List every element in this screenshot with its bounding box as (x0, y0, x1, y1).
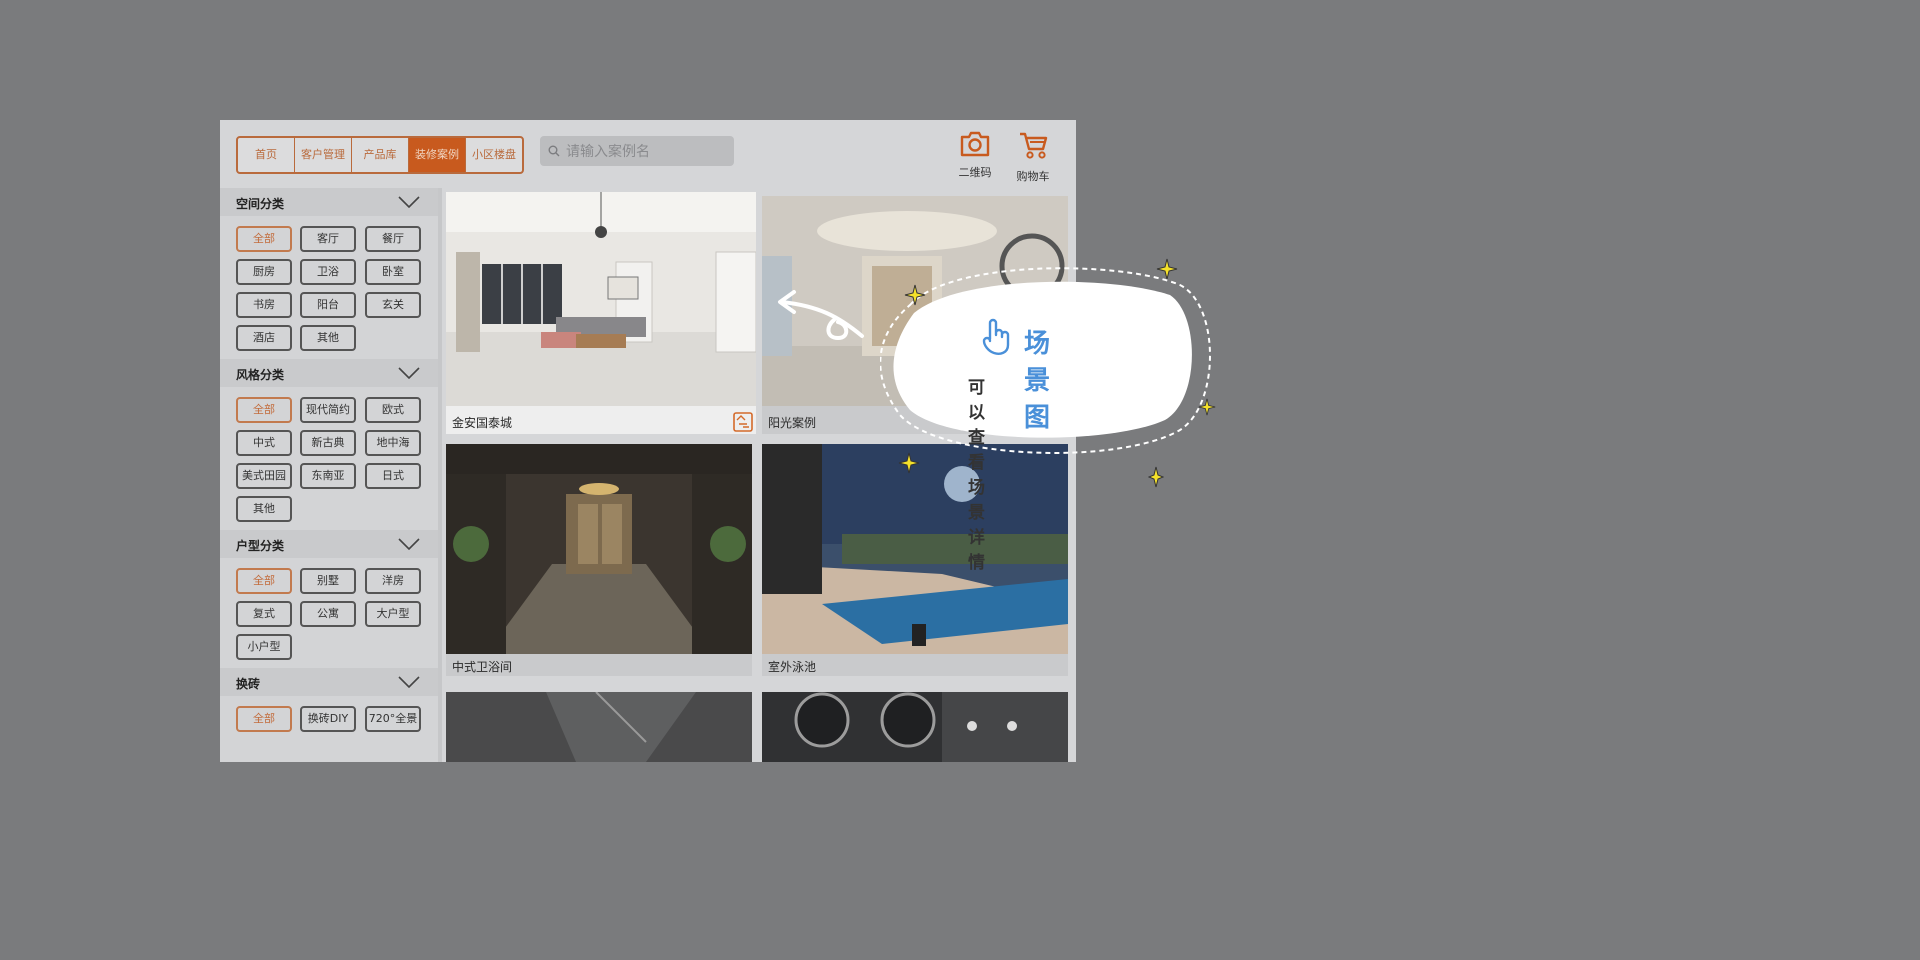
filter-sidebar: 空间分类 全部 客厅 餐厅 厨房 卫浴 卧室 书房 阳台 玄关 酒店 其他 风格… (220, 188, 442, 762)
case-name: 阳光案例 (768, 416, 817, 430)
nav-communities[interactable]: 小区楼盘 (466, 138, 522, 172)
qrcode-button[interactable]: 二维码 (950, 130, 1000, 180)
case-thumbnail (446, 192, 756, 406)
chevron-down-icon (398, 676, 420, 688)
sparkle-icon (1148, 466, 1164, 488)
case-card[interactable]: 室外泳池 (762, 444, 1068, 676)
nav-customers[interactable]: 客户管理 (295, 138, 352, 172)
tag-style-chinese[interactable]: 中式 (236, 430, 292, 456)
top-nav: 首页 客户管理 产品库 装修案例 小区楼盘 (236, 136, 524, 174)
cart-label: 购物车 (1016, 170, 1050, 183)
cart-icon (1020, 132, 1048, 159)
tag-style-all[interactable]: 全部 (236, 397, 292, 423)
section-title: 换砖 (236, 677, 261, 691)
tag-style-neoclassic[interactable]: 新古典 (300, 430, 356, 456)
tag-style-american[interactable]: 美式田园 (236, 463, 292, 489)
tag-layout-house[interactable]: 洋房 (365, 568, 421, 594)
search-icon (548, 145, 560, 157)
tag-layout-duplex[interactable]: 复式 (236, 601, 292, 627)
section-title: 空间分类 (236, 197, 285, 211)
tag-space-all[interactable]: 全部 (236, 226, 292, 252)
case-thumbnail (446, 444, 752, 654)
case-thumbnail (762, 692, 1068, 762)
tag-space-living[interactable]: 客厅 (300, 226, 356, 252)
tag-layout-large[interactable]: 大户型 (365, 601, 421, 627)
case-name: 室外泳池 (768, 660, 817, 674)
tag-space-other[interactable]: 其他 (300, 325, 356, 351)
case-card[interactable]: 金安国泰城 (446, 192, 756, 434)
chevron-down-icon (398, 538, 420, 550)
case-card[interactable]: 中式卫浴间 (446, 444, 752, 676)
tag-space-study[interactable]: 书房 (236, 292, 292, 318)
tag-style-japanese[interactable]: 日式 (365, 463, 421, 489)
filter-section-style[interactable]: 风格分类 (220, 359, 438, 387)
pointer-arrow-icon (778, 290, 864, 341)
nav-home[interactable]: 首页 (238, 138, 295, 172)
tag-layout-all[interactable]: 全部 (236, 568, 292, 594)
tag-space-bath[interactable]: 卫浴 (300, 259, 356, 285)
filter-section-layout[interactable]: 户型分类 (220, 530, 438, 558)
case-thumbnail (762, 444, 1068, 654)
search-input[interactable]: 请输入案例名 (540, 136, 734, 166)
case-thumbnail (446, 692, 752, 762)
case-name: 中式卫浴间 (452, 660, 513, 674)
tag-style-modern[interactable]: 现代简约 (300, 397, 356, 423)
tag-layout-apartment[interactable]: 公寓 (300, 601, 356, 627)
pointing-hand-icon (982, 318, 1010, 355)
tag-layout-small[interactable]: 小户型 (236, 634, 292, 660)
chevron-down-icon (398, 196, 420, 208)
tag-space-balcony[interactable]: 阳台 (300, 292, 356, 318)
case-card[interactable] (762, 692, 1068, 762)
nav-products[interactable]: 产品库 (352, 138, 409, 172)
tag-space-hotel[interactable]: 酒店 (236, 325, 292, 351)
tag-space-bedroom[interactable]: 卧室 (365, 259, 421, 285)
sparkle-icon (1198, 398, 1216, 416)
tag-space-entry[interactable]: 玄关 (365, 292, 421, 318)
sparkle-icon (904, 284, 926, 306)
chevron-down-icon (398, 367, 420, 379)
case-name: 金安国泰城 (452, 416, 513, 430)
tag-tiles-all[interactable]: 全部 (236, 706, 292, 732)
section-title: 户型分类 (236, 539, 285, 553)
tag-style-southeast-asia[interactable]: 东南亚 (300, 463, 356, 489)
camera-icon (960, 131, 990, 157)
section-title: 风格分类 (236, 368, 285, 382)
qrcode-label: 二维码 (958, 166, 992, 179)
tag-tiles-diy[interactable]: 换砖DIY (300, 706, 356, 732)
tag-tiles-720[interactable]: 720°全景 (365, 706, 421, 732)
sparkle-icon (898, 452, 920, 474)
nav-cases[interactable]: 装修案例 (409, 138, 466, 172)
scene-icon[interactable] (733, 412, 753, 432)
cart-button[interactable]: 购物车 (1008, 130, 1058, 184)
sparkle-icon (1156, 258, 1178, 280)
tag-space-kitchen[interactable]: 厨房 (236, 259, 292, 285)
search-placeholder: 请输入案例名 (566, 144, 650, 160)
callout-subtitle: 可以查看场景详情 (968, 378, 987, 573)
filter-section-space[interactable]: 空间分类 (220, 188, 438, 216)
tag-style-mediterranean[interactable]: 地中海 (365, 430, 421, 456)
callout-title: 场景图 (1024, 329, 1053, 433)
tag-style-european[interactable]: 欧式 (365, 397, 421, 423)
tag-space-dining[interactable]: 餐厅 (365, 226, 421, 252)
case-card[interactable] (446, 692, 752, 762)
tag-style-other[interactable]: 其他 (236, 496, 292, 522)
tag-layout-villa[interactable]: 别墅 (300, 568, 356, 594)
filter-section-tiles[interactable]: 换砖 (220, 668, 438, 696)
